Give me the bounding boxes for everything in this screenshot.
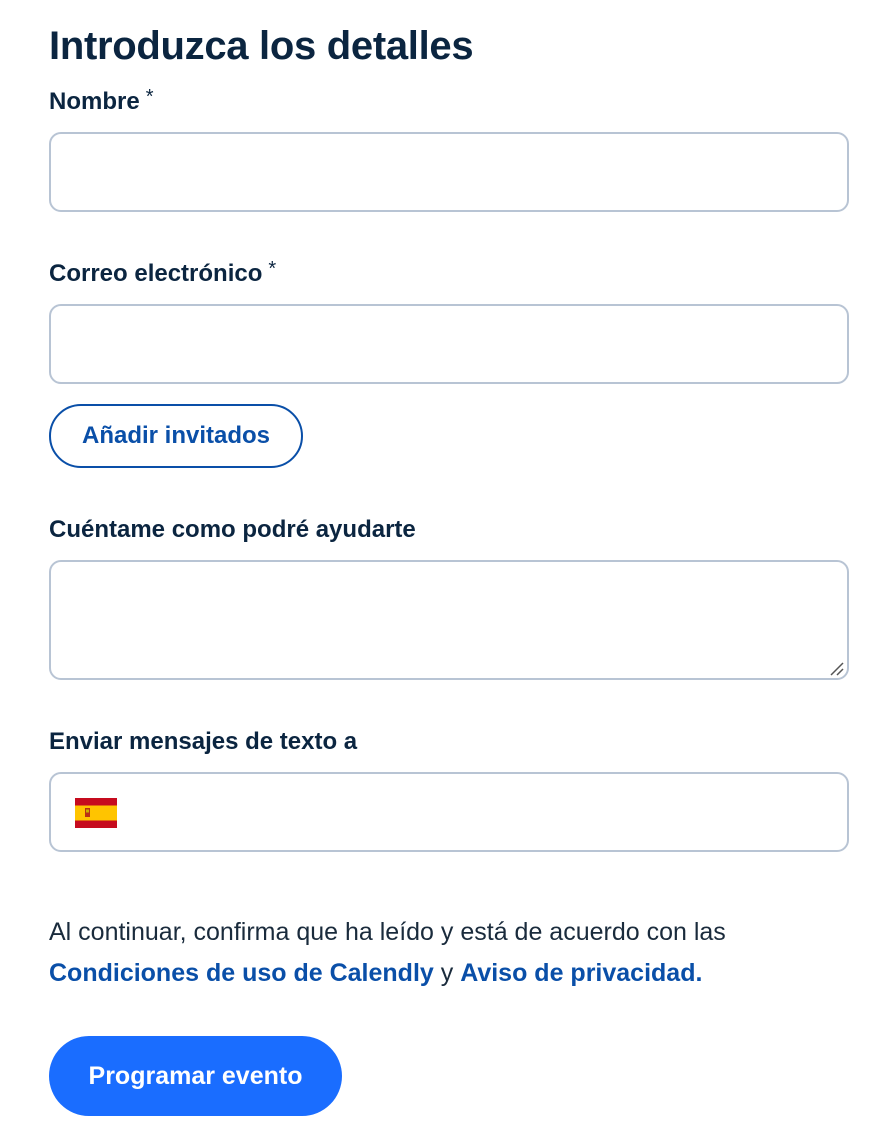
terms-link[interactable]: Condiciones de uso de Calendly [49,959,434,987]
required-mark: * [268,258,277,280]
name-input[interactable] [49,132,849,212]
page-title: Introduzca los detalles [49,24,474,68]
sms-label: Enviar mensajes de texto a [49,728,358,755]
add-guests-button[interactable]: Añadir invitados [49,404,303,468]
privacy-link[interactable]: Aviso de privacidad. [460,959,702,987]
resize-handle-icon[interactable] [828,660,844,676]
email-input[interactable] [49,304,849,384]
legal-text: Al continuar, confirma que ha leído y es… [49,918,726,946]
notes-label: Cuéntame como podré ayudarte [49,516,416,543]
email-label: Correo electrónico * [49,258,277,288]
notes-textarea[interactable] [49,560,849,680]
legal-conjunction: y [433,959,461,987]
schedule-event-button[interactable]: Programar evento [49,1036,342,1116]
phone-input[interactable] [137,774,837,850]
email-label-text: Correo electrónico [49,260,263,287]
spain-flag-icon[interactable] [75,798,117,828]
name-label-text: Nombre [49,88,140,115]
phone-field [49,772,849,852]
name-label: Nombre * [49,86,154,116]
legal-links-line: Condiciones de uso de Calendly y Aviso d… [49,959,702,988]
required-mark: * [145,86,154,108]
